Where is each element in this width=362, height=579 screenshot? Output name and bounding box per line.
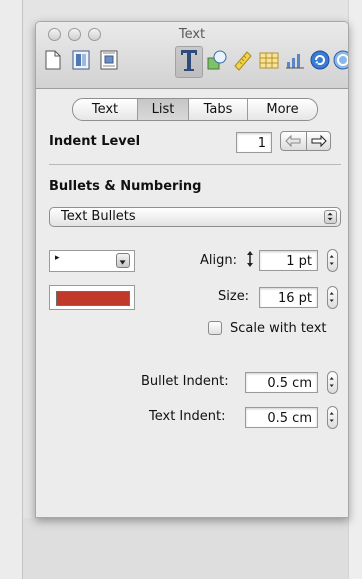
chevron-down-icon bbox=[116, 253, 130, 268]
bullet-color-well[interactable] bbox=[49, 285, 135, 310]
document-inspector-icon[interactable] bbox=[42, 49, 64, 71]
size-field[interactable]: 16 pt bbox=[259, 287, 318, 308]
bullet-character: ▸ bbox=[55, 253, 60, 263]
indent-arrow-buttons bbox=[280, 131, 331, 151]
link-inspector-icon[interactable] bbox=[309, 49, 331, 71]
size-label: Size: bbox=[218, 289, 250, 304]
inspector-tabs: Text List Tabs More bbox=[72, 98, 318, 121]
text-inspector-panel: Text Text List Tabs More Indent Level 1 … bbox=[35, 21, 349, 518]
indent-level-field[interactable]: 1 bbox=[236, 132, 272, 153]
align-label: Align: bbox=[200, 253, 237, 268]
align-field[interactable]: 1 pt bbox=[259, 250, 318, 271]
popup-chevron-icon bbox=[324, 210, 337, 224]
tab-list[interactable]: List bbox=[138, 99, 189, 120]
vertical-align-icon bbox=[247, 251, 253, 267]
background-bottom bbox=[23, 518, 348, 579]
size-stepper[interactable] bbox=[327, 286, 338, 309]
bullet-style-popup[interactable]: Text Bullets bbox=[49, 207, 341, 227]
section-divider bbox=[49, 164, 341, 165]
text-indent-label: Text Indent: bbox=[149, 409, 226, 424]
metrics-inspector-icon[interactable] bbox=[232, 49, 254, 71]
text-inspector-icon[interactable] bbox=[178, 46, 200, 74]
wrap-inspector-icon[interactable] bbox=[98, 49, 120, 71]
bullet-indent-label: Bullet Indent: bbox=[141, 374, 229, 389]
bullets-numbering-heading: Bullets & Numbering bbox=[49, 179, 202, 194]
text-indent-stepper[interactable] bbox=[327, 406, 338, 429]
tab-tabs[interactable]: Tabs bbox=[189, 99, 248, 120]
scale-with-text-label: Scale with text bbox=[230, 321, 327, 336]
bullet-style-value: Text Bullets bbox=[61, 209, 136, 224]
title-bar: Text bbox=[36, 22, 348, 89]
background-right bbox=[348, 0, 362, 579]
text-indent-field[interactable]: 0.5 cm bbox=[245, 407, 318, 428]
bullet-character-select[interactable]: ▸ bbox=[49, 250, 135, 272]
table-inspector-icon[interactable] bbox=[258, 49, 280, 71]
quicktime-inspector-icon[interactable] bbox=[332, 49, 348, 71]
background-left bbox=[0, 0, 23, 579]
graphic-inspector-icon[interactable] bbox=[206, 49, 228, 71]
indent-level-label: Indent Level bbox=[49, 134, 141, 149]
chart-inspector-icon[interactable] bbox=[284, 49, 306, 71]
tab-text[interactable]: Text bbox=[73, 99, 138, 120]
increase-indent-button[interactable] bbox=[306, 132, 331, 150]
bullet-color-swatch bbox=[56, 291, 130, 306]
layout-inspector-icon[interactable] bbox=[70, 49, 92, 71]
bullet-indent-stepper[interactable] bbox=[327, 371, 338, 394]
scale-with-text-checkbox[interactable] bbox=[208, 321, 222, 335]
bullet-indent-field[interactable]: 0.5 cm bbox=[245, 372, 318, 393]
tab-more[interactable]: More bbox=[248, 99, 317, 120]
arrow-right-icon bbox=[311, 134, 327, 148]
decrease-indent-button[interactable] bbox=[281, 132, 307, 150]
window-title: Text bbox=[178, 27, 206, 42]
arrow-left-icon bbox=[285, 134, 301, 148]
align-stepper[interactable] bbox=[327, 249, 338, 272]
